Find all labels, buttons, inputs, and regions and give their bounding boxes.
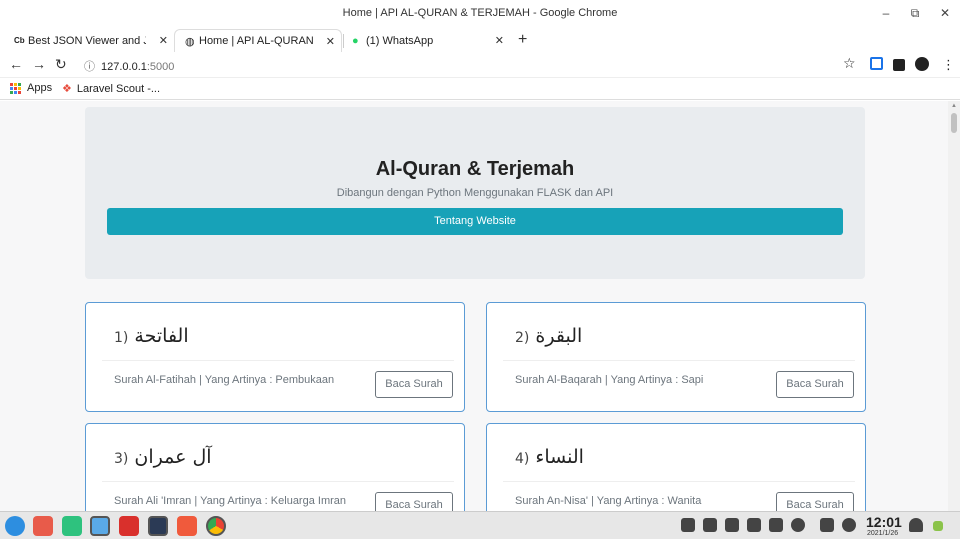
surah-heading: 3) آل عمران <box>114 446 212 468</box>
taskbar-clock[interactable]: 12:01 <box>866 514 902 530</box>
wifi-icon[interactable] <box>725 518 739 532</box>
surah-card: 4) النساء Surah An-Nisa' | Yang Artinya … <box>486 423 866 511</box>
tab-strip: Cb Best JSON Viewer and JSO ✕ ◍ Home | A… <box>0 28 960 52</box>
multitask-view-icon[interactable] <box>62 516 82 536</box>
surah-number: 1) <box>114 330 129 346</box>
card-divider <box>102 360 454 361</box>
surah-arabic-name: الفاتحة <box>134 325 189 347</box>
scrollbar-thumb[interactable] <box>951 113 957 133</box>
tab-label: Home | API AL-QURAN & <box>199 35 317 47</box>
tray-app-icon[interactable] <box>681 518 695 532</box>
scroll-up-arrow-icon[interactable]: ▲ <box>951 103 957 109</box>
tab-label: (1) WhatsApp <box>366 34 434 47</box>
laravel-icon: ❖ <box>62 83 72 95</box>
tab-home-api-quran[interactable]: ◍ Home | API AL-QURAN & ✕ <box>174 29 342 52</box>
page-subtitle: Dibangun dengan Python Menggunakan FLASK… <box>336 187 614 199</box>
url-port: :5000 <box>146 61 175 73</box>
terminal-icon[interactable] <box>119 516 139 536</box>
bookmark-apps[interactable]: Apps <box>10 82 52 94</box>
surah-card: 2) البقرة Surah Al-Baqarah | Yang Artiny… <box>486 302 866 412</box>
surah-heading: 2) البقرة <box>515 325 582 347</box>
power-icon[interactable] <box>842 518 856 532</box>
vscode-icon[interactable] <box>148 516 168 536</box>
bluetooth-icon[interactable] <box>769 518 783 532</box>
file-manager-icon[interactable] <box>90 516 110 536</box>
surah-arabic-name: النساء <box>535 446 584 468</box>
surah-arabic-name: آل عمران <box>134 446 212 468</box>
address-bar[interactable]: ⓘ 127.0.0.1:5000 <box>84 58 174 74</box>
surah-description: Surah An-Nisa' | Yang Artinya : Wanita <box>515 495 702 507</box>
forward-arrow-icon[interactable]: → <box>32 56 46 72</box>
apps-grid-icon <box>10 82 21 94</box>
read-surah-button[interactable]: Baca Surah <box>776 492 854 511</box>
bookmark-star-icon[interactable]: ☆ <box>843 55 856 72</box>
surah-arabic-name: البقرة <box>535 325 583 347</box>
page-title: Al-Quran & Terjemah <box>375 158 575 180</box>
window-title: Home | API AL-QURAN & TERJEMAH - Google … <box>342 7 618 19</box>
surah-description: Surah Ali 'Imran | Yang Artinya : Keluar… <box>114 495 347 507</box>
display-icon[interactable] <box>820 518 834 532</box>
show-desktop-icon[interactable] <box>933 521 943 531</box>
close-tab-icon[interactable]: ✕ <box>495 34 504 47</box>
screen-recorder-icon[interactable] <box>33 516 53 536</box>
maximize-icon[interactable]: ⧉ <box>906 6 924 21</box>
bookmark-laravel-scout[interactable]: ❖ Laravel Scout -... <box>62 82 161 96</box>
chrome-menu-icon[interactable]: ⋮ <box>942 57 955 73</box>
surah-card: 1) الفاتحة Surah Al-Fatihah | Yang Artin… <box>85 302 465 412</box>
surah-description: Surah Al-Fatihah | Yang Artinya : Pembuk… <box>114 374 335 386</box>
launcher-icon[interactable] <box>5 516 25 536</box>
os-taskbar: 12:01 2021/1/26 <box>0 511 960 539</box>
extension-icon[interactable] <box>870 57 883 70</box>
card-divider <box>102 481 454 482</box>
puzzle-icon[interactable] <box>893 59 905 71</box>
url-host: 127.0.0.1 <box>101 61 147 73</box>
surah-heading: 1) الفاتحة <box>114 325 189 347</box>
camera-icon[interactable] <box>177 516 197 536</box>
surah-card: 3) آل عمران Surah Ali 'Imran | Yang Arti… <box>85 423 465 511</box>
browser-toolbar: ← → ↻ ⓘ 127.0.0.1:5000 ☆ ⋮ <box>0 52 960 78</box>
minimize-icon[interactable]: – <box>877 6 895 20</box>
hero-jumbotron: Al-Quran & Terjemah Dibangun dengan Pyth… <box>85 107 865 279</box>
volume-icon[interactable] <box>703 518 717 532</box>
surah-heading: 4) النساء <box>515 446 584 468</box>
profile-avatar-icon[interactable] <box>915 57 929 71</box>
read-surah-button[interactable]: Baca Surah <box>776 371 854 398</box>
tab-label: Best JSON Viewer and JSO <box>28 34 146 47</box>
battery-icon[interactable] <box>747 518 761 532</box>
chrome-taskbar-icon[interactable] <box>206 516 226 536</box>
about-website-button[interactable]: Tentang Website <box>107 208 843 235</box>
card-divider <box>503 360 855 361</box>
surah-description: Surah Al-Baqarah | Yang Artinya : Sapi <box>515 374 704 386</box>
bookmark-label: Laravel Scout -... <box>76 82 161 95</box>
surah-number: 3) <box>114 451 129 467</box>
bookmarks-bar: Apps ❖ Laravel Scout -... <box>0 78 960 100</box>
globe-icon: ◍ <box>185 35 195 48</box>
close-window-icon[interactable]: ✕ <box>936 6 954 20</box>
page-viewport: Al-Quran & Terjemah Dibangun dengan Pyth… <box>0 101 948 511</box>
read-surah-button[interactable]: Baca Surah <box>375 371 453 398</box>
taskbar-date: 2021/1/26 <box>867 530 899 537</box>
tab-json-viewer[interactable]: Cb Best JSON Viewer and JSO ✕ <box>4 29 174 52</box>
surah-number: 4) <box>515 451 530 467</box>
site-info-icon[interactable]: ⓘ <box>84 61 95 73</box>
bookmark-label: Apps <box>27 82 53 94</box>
expand-tray-icon[interactable] <box>791 518 805 532</box>
surah-number: 2) <box>515 330 530 346</box>
page-scrollbar[interactable]: ▲ <box>948 101 960 511</box>
back-arrow-icon[interactable]: ← <box>9 56 23 72</box>
whatsapp-icon: ● <box>352 34 359 47</box>
close-tab-icon[interactable]: ✕ <box>326 35 335 48</box>
new-tab-button[interactable]: + <box>518 31 527 49</box>
close-tab-icon[interactable]: ✕ <box>159 34 168 47</box>
reload-icon[interactable]: ↻ <box>55 56 67 73</box>
codebeautify-icon: Cb <box>14 36 25 45</box>
notification-bell-icon[interactable] <box>909 518 923 532</box>
read-surah-button[interactable]: Baca Surah <box>375 492 453 511</box>
tab-whatsapp[interactable]: ● (1) WhatsApp ✕ <box>342 29 510 52</box>
card-divider <box>503 481 855 482</box>
window-titlebar: Home | API AL-QURAN & TERJEMAH - Google … <box>0 0 960 28</box>
